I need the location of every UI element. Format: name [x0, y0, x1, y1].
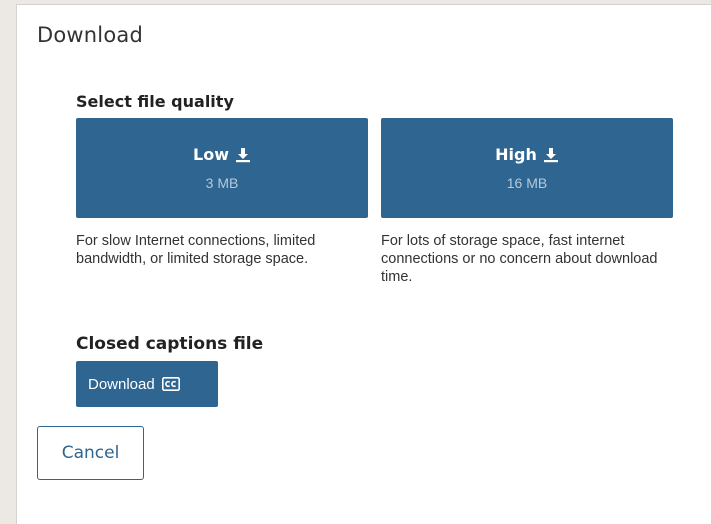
high-quality-label: High: [495, 145, 537, 164]
download-captions-label: Download: [88, 375, 155, 393]
low-quality-button[interactable]: Low 3 MB: [76, 118, 368, 218]
quality-heading: Select file quality: [76, 92, 234, 111]
cancel-button[interactable]: Cancel: [37, 426, 144, 480]
high-quality-size: 16 MB: [506, 175, 548, 191]
closed-captions-icon: [161, 377, 180, 391]
high-quality-description: For lots of storage space, fast internet…: [381, 233, 658, 285]
low-quality-description: For slow Internet connections, limited b…: [76, 233, 316, 267]
captions-heading: Closed captions file: [76, 334, 264, 354]
high-quality-button[interactable]: High 16 MB: [381, 118, 673, 218]
download-captions-button[interactable]: Download: [76, 361, 218, 407]
download-icon: [235, 147, 250, 162]
low-quality-size: 3 MB: [205, 175, 239, 191]
dialog-title: Download: [37, 23, 143, 47]
download-dialog: Download Select file quality Low 3 MB Hi…: [16, 4, 711, 524]
low-quality-label: Low: [193, 145, 229, 164]
download-icon: [543, 147, 558, 162]
